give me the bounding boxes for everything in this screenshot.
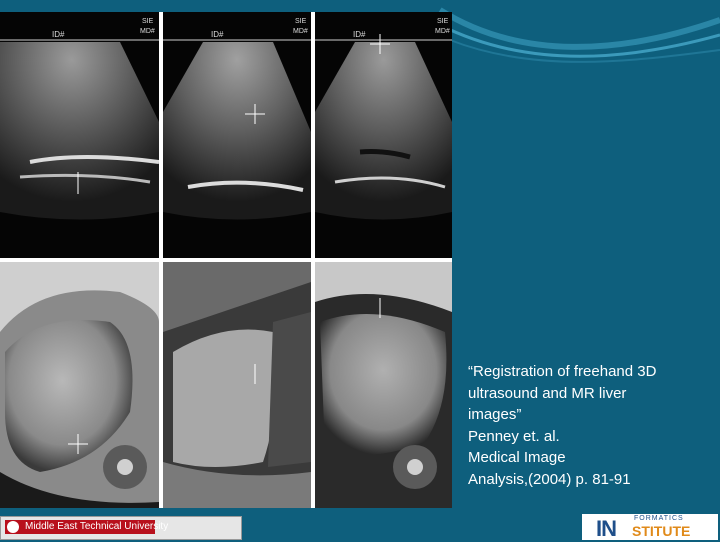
ultrasound-brand-label: SIE (142, 18, 154, 25)
ultrasound-brand-label: SIE (295, 18, 307, 25)
citation-caption: “Registration of freehand 3D ultrasound … (468, 361, 708, 490)
ultrasound-id-label: ID# (353, 30, 366, 39)
caption-line: Medical Image (468, 449, 566, 466)
ultrasound-id-label: ID# (211, 30, 224, 39)
university-footer-bar: Middle East Technical University (0, 516, 242, 540)
ultrasound-brand-label: SIE (437, 18, 449, 25)
caption-line: Analysis,(2004) p. 81-91 (468, 470, 631, 488)
mr-image-middle (163, 262, 311, 508)
institute-logo-text: STITUTE (632, 523, 691, 539)
caption-line: “Registration of freehand 3D (468, 363, 657, 380)
institute-logo: IN FORMATICS STITUTE (582, 514, 718, 541)
ultrasound-image-left: ID# MD# SIE (0, 12, 159, 258)
university-logo-icon (7, 521, 19, 533)
caption-line: ultrasound and MR liver (468, 384, 627, 402)
mr-image-right (315, 262, 452, 508)
ultrasound-id-label: ID# (52, 30, 65, 39)
ultrasound-md-label: MD# (435, 28, 450, 35)
university-banner: Middle East Technical University (5, 520, 168, 534)
image-grid: ID# MD# SIE ID# MD# SIE ID# MD# SIE (0, 12, 452, 508)
ultrasound-image-right: ID# MD# SIE (315, 12, 452, 258)
caption-line: Penney et. al. (468, 427, 560, 445)
institute-logo-in: IN (596, 516, 617, 541)
ultrasound-md-label: MD# (293, 28, 308, 35)
caption-line: images” (468, 406, 522, 423)
ultrasound-image-middle: ID# MD# SIE (163, 12, 311, 258)
university-name: Middle East Technical University (25, 521, 169, 532)
mr-image-left (0, 262, 159, 508)
ultrasound-md-label: MD# (140, 28, 155, 35)
institute-logo-small-text: FORMATICS (634, 515, 684, 522)
